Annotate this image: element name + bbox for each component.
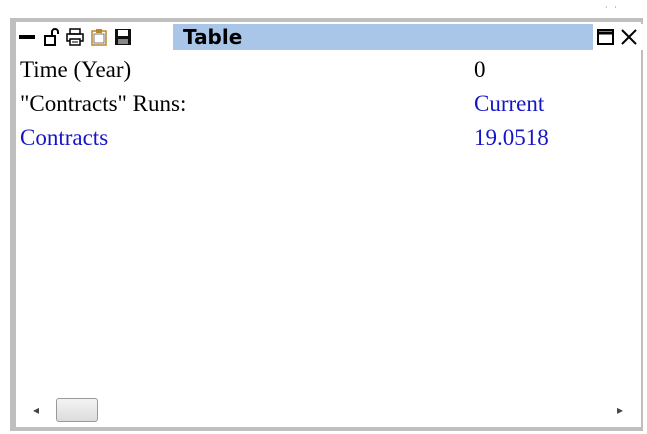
table-content: Time (Year) 0 "Contracts" Runs: Current … [16, 52, 641, 394]
minimize-bar-icon[interactable] [18, 28, 36, 46]
row-label: "Contracts" Runs: [20, 91, 187, 116]
corner-artifact: · · [605, 3, 619, 12]
lock-icon[interactable] [42, 28, 60, 46]
window-controls [596, 24, 644, 50]
print-icon[interactable] [66, 28, 84, 46]
scroll-left-icon[interactable]: ◂ [28, 402, 44, 418]
row-value: 19.0518 [474, 125, 549, 150]
save-icon[interactable] [114, 28, 132, 46]
restore-icon[interactable] [596, 27, 616, 47]
row-value: Current [474, 91, 545, 116]
row-value: 0 [474, 57, 486, 82]
row-label: Time (Year) [20, 57, 132, 82]
table-window: Table Time (Year) 0 "Contracts" Runs: Cu… [10, 18, 644, 431]
close-icon[interactable] [619, 27, 639, 47]
table-row-contracts: Contracts 19.0518 [16, 121, 641, 155]
window-title: Table [183, 25, 243, 49]
desktop-background: · · [0, 0, 647, 18]
title-area[interactable]: Table [173, 24, 593, 50]
title-bar: Table [16, 22, 644, 52]
scroll-thumb[interactable] [56, 398, 98, 422]
toolbar [16, 24, 172, 50]
clipboard-icon[interactable] [90, 28, 108, 46]
table-row-runs: "Contracts" Runs: Current [16, 87, 641, 121]
row-label: Contracts [20, 125, 109, 150]
horizontal-scrollbar[interactable]: ◂ ▸ [16, 394, 641, 427]
scroll-right-icon[interactable]: ▸ [612, 402, 628, 418]
table-row-time: Time (Year) 0 [16, 53, 641, 87]
